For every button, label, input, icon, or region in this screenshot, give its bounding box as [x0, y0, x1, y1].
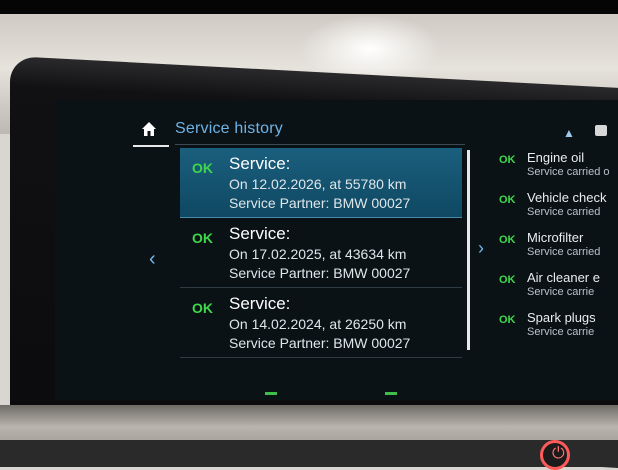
- ok-status-badge: OK: [499, 314, 516, 326]
- page-indicator-mark: [385, 392, 397, 395]
- detail-item-name: Vehicle check: [527, 190, 607, 205]
- detail-item-sub: Service carried: [527, 246, 601, 258]
- service-partner: Service Partner: BMW 00027: [229, 265, 411, 281]
- square-icon[interactable]: [595, 125, 607, 136]
- idrive-screen: Service history ▲ ‹ › OK Service: On 12.…: [55, 100, 618, 400]
- service-entry[interactable]: OK Service: On 14.02.2024, at 26250 km S…: [180, 288, 462, 358]
- service-entry[interactable]: OK Service: On 17.02.2025, at 43634 km S…: [180, 218, 462, 288]
- detail-item[interactable]: OK Engine oil Service carried o: [491, 146, 618, 186]
- ok-status-badge: OK: [499, 194, 516, 206]
- ok-status-badge: OK: [499, 234, 516, 246]
- home-tab-indicator: [133, 145, 169, 147]
- service-entry-selected[interactable]: OK Service: On 12.02.2026, at 55780 km S…: [180, 148, 462, 218]
- detail-item[interactable]: OK Microfilter Service carried: [491, 226, 618, 266]
- detail-item-sub: Service carried: [527, 206, 601, 218]
- service-date-mileage: On 17.02.2025, at 43634 km: [229, 246, 407, 262]
- page-indicator: [195, 392, 495, 396]
- detail-item-name: Spark plugs: [527, 310, 596, 325]
- detail-item-name: Engine oil: [527, 150, 585, 165]
- page-indicator-mark: [265, 392, 277, 395]
- dashboard-lower: [0, 440, 618, 467]
- detail-item[interactable]: OK Air cleaner e Service carrie: [491, 266, 618, 306]
- detail-item-name: Microfilter: [527, 230, 584, 245]
- chevron-left-icon[interactable]: ‹: [149, 248, 156, 271]
- header-divider: [175, 144, 465, 145]
- service-detail-list: OK Engine oil Service carried o OK Vehic…: [491, 146, 618, 386]
- service-title: Service:: [229, 154, 291, 173]
- service-title: Service:: [229, 224, 291, 243]
- power-icon: ⏻: [552, 445, 565, 462]
- service-partner: Service Partner: BMW 00027: [229, 335, 411, 351]
- detail-item-sub: Service carrie: [527, 326, 595, 338]
- home-icon[interactable]: [141, 121, 157, 137]
- ok-status-badge: OK: [192, 160, 213, 176]
- detail-item-sub: Service carried o: [527, 166, 610, 178]
- ok-status-badge: OK: [499, 154, 516, 166]
- service-history-list: OK Service: On 12.02.2026, at 55780 km S…: [180, 148, 462, 358]
- detail-item[interactable]: OK Vehicle check Service carried: [491, 186, 618, 226]
- detail-item-name: Air cleaner e: [527, 270, 600, 285]
- scrollbar[interactable]: [467, 150, 470, 350]
- chevron-right-icon[interactable]: ›: [478, 238, 484, 259]
- service-partner: Service Partner: BMW 00027: [229, 195, 411, 211]
- service-date-mileage: On 12.02.2026, at 55780 km: [229, 176, 407, 192]
- power-button[interactable]: ⏻: [540, 440, 570, 470]
- photo-top-border: [0, 0, 618, 14]
- detail-item-sub: Service carrie: [527, 286, 595, 298]
- service-title: Service:: [229, 294, 291, 313]
- chevron-up-icon[interactable]: ▲: [563, 126, 575, 140]
- page-title: Service history: [175, 120, 283, 137]
- ok-status-badge: OK: [192, 300, 213, 316]
- detail-item[interactable]: OK Spark plugs Service carrie: [491, 306, 618, 346]
- ok-status-badge: OK: [499, 274, 516, 286]
- ok-status-badge: OK: [192, 230, 213, 246]
- service-date-mileage: On 14.02.2024, at 26250 km: [229, 316, 407, 332]
